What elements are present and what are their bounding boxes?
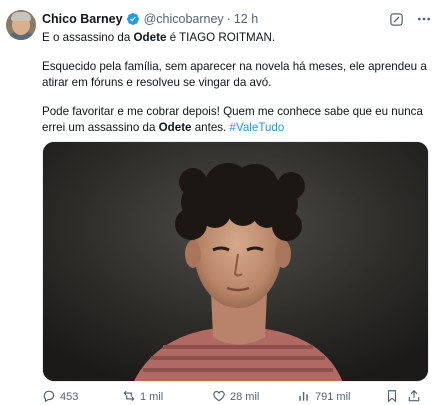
avatar[interactable] [6,10,36,40]
bold-odete: Odete [133,31,167,44]
tweet-text: E o assassino da Odete é TIAGO ROITMAN. … [42,30,434,149]
reply-count: 453 [60,391,79,403]
like-button[interactable]: 28 mil [212,389,297,405]
bold-odete-2: Odete [158,121,192,134]
tweet-actions: 453 1 mil 28 mil 791 mil [42,389,437,405]
hashtag-link[interactable]: #ValeTudo [230,121,285,134]
views-count: 791 mil [315,391,351,403]
tweet-timestamp[interactable]: 12 h [234,12,258,26]
header-separator: · [226,12,231,26]
more-icon[interactable] [415,10,433,28]
tweet-media-photo[interactable] [42,141,429,382]
retweet-count: 1 mil [140,391,164,403]
retweet-icon [122,389,136,405]
retweet-button[interactable]: 1 mil [122,389,212,405]
grok-icon[interactable] [387,10,405,28]
share-icon [407,389,421,405]
views-icon [297,389,311,405]
verified-badge-icon [126,12,140,26]
tweet-header: Chico Barney @chicobarney · 12 h [42,10,258,28]
like-count: 28 mil [230,391,260,403]
tweet-paragraph-3: Pode favoritar e me cobrar depois! Quem … [42,105,423,134]
heart-icon [212,389,226,405]
top-actions [387,10,433,28]
author-handle[interactable]: @chicobarney [144,12,224,26]
tweet-paragraph-2: Esquecido pela família, sem aparecer na … [42,60,427,89]
photo-young-man-curly-hair [43,142,428,381]
views-button[interactable]: 791 mil [297,389,385,405]
author-name[interactable]: Chico Barney [42,12,123,26]
reply-button[interactable]: 453 [42,389,122,405]
tweet: Chico Barney @chicobarney · 12 h E o ass… [0,0,443,405]
reply-icon [42,389,56,405]
share-button[interactable] [407,389,427,405]
bookmark-button[interactable] [385,389,407,405]
bookmark-icon [385,389,399,405]
tweet-line-1: E o assassino da Odete é TIAGO ROITMAN. [42,31,276,44]
